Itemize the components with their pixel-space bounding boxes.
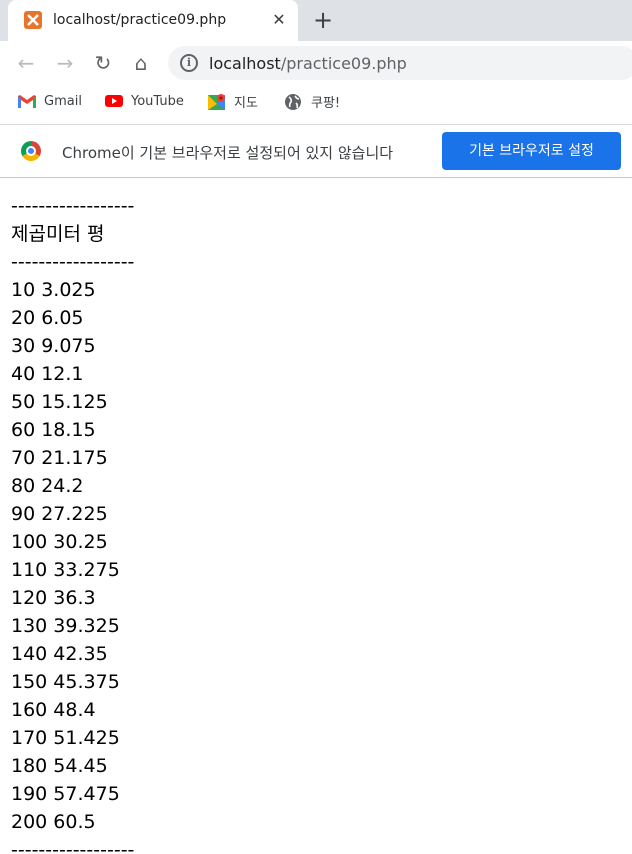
table-row: 170 51.425: [11, 727, 120, 749]
bookmark-maps[interactable]: 지도: [207, 91, 258, 111]
bookmark-label: 쿠팡!: [311, 95, 341, 111]
bookmark-label: YouTube: [131, 93, 184, 109]
bookmark-label: 지도: [234, 95, 258, 111]
table-row: 100 30.25: [11, 531, 108, 553]
table-header: 제곱미터 평: [11, 223, 105, 245]
table-row: 190 57.475: [11, 783, 120, 805]
maps-icon: [207, 93, 227, 110]
address-bar[interactable]: i localhost/practice09.php: [168, 46, 632, 80]
table-row: 160 48.4: [11, 699, 96, 721]
home-button[interactable]: ⌂: [128, 50, 154, 76]
table-row: 150 45.375: [11, 671, 120, 693]
table-row: 20 6.05: [11, 307, 84, 329]
bookmarks-bar: Gmail YouTube 지도 쿠팡!: [0, 85, 632, 118]
table-row: 110 33.275: [11, 559, 120, 581]
browser-toolbar: ← → ↻ ⌂ i localhost/practice09.php: [0, 41, 632, 85]
tab-title: localhost/practice09.php: [53, 12, 227, 28]
table-row: 60 18.15: [11, 419, 96, 441]
active-tab[interactable]: localhost/practice09.php ✕: [8, 0, 298, 41]
table-row: 30 9.075: [11, 335, 96, 357]
bookmark-youtube[interactable]: YouTube: [104, 91, 184, 111]
globe-icon: [284, 93, 304, 110]
page-content: ------------------ 제곱미터 평 --------------…: [11, 192, 134, 854]
separator-line: ------------------: [11, 195, 135, 217]
set-default-browser-button[interactable]: 기본 브라우저로 설정: [442, 132, 621, 170]
chrome-logo-icon: [21, 141, 41, 161]
separator-line: ------------------: [11, 251, 135, 273]
back-button[interactable]: ←: [13, 50, 39, 76]
table-row: 40 12.1: [11, 363, 84, 385]
table-row: 90 27.225: [11, 503, 108, 525]
table-row: 10 3.025: [11, 279, 96, 301]
bookmark-gmail[interactable]: Gmail: [17, 91, 82, 111]
table-row: 120 36.3: [11, 587, 96, 609]
table-row: 180 54.45: [11, 755, 108, 777]
infobar-message: Chrome이 기본 브라우저로 설정되어 있지 않습니다: [62, 144, 394, 162]
url-host: localhost: [209, 54, 281, 73]
new-tab-button[interactable]: +: [310, 8, 336, 34]
url-path: /practice09.php: [280, 54, 407, 73]
bookmark-coupang[interactable]: 쿠팡!: [284, 91, 340, 111]
table-row: 140 42.35: [11, 643, 108, 665]
table-row: 200 60.5: [11, 811, 96, 833]
tab-close-icon[interactable]: ✕: [269, 10, 289, 30]
table-row: 80 24.2: [11, 475, 84, 497]
gmail-icon: [17, 93, 37, 109]
url-text[interactable]: localhost/practice09.php: [209, 54, 407, 73]
bookmark-label: Gmail: [44, 93, 82, 109]
table-row: 70 21.175: [11, 447, 108, 469]
site-info-icon[interactable]: i: [180, 54, 198, 72]
default-browser-infobar: Chrome이 기본 브라우저로 설정되어 있지 않습니다 기본 브라우저로 설…: [0, 124, 632, 178]
reload-button[interactable]: ↻: [90, 50, 116, 76]
separator-line: ------------------: [11, 839, 135, 854]
table-row: 130 39.325: [11, 615, 120, 637]
tab-strip: localhost/practice09.php ✕ +: [0, 0, 632, 41]
xampp-favicon-icon: [24, 11, 42, 29]
forward-button[interactable]: →: [52, 50, 78, 76]
table-row: 50 15.125: [11, 391, 108, 413]
youtube-icon: [104, 93, 124, 109]
